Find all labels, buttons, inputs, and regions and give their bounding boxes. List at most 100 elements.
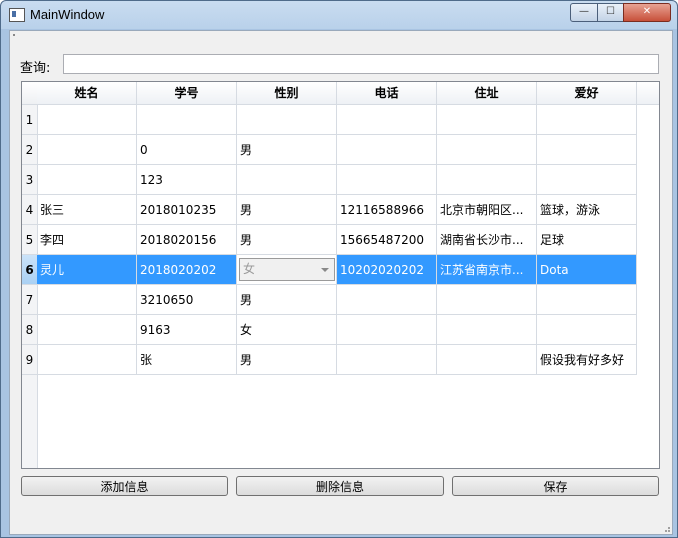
save-button[interactable]: 保存: [452, 476, 659, 496]
table-cell[interactable]: 123: [137, 165, 237, 195]
table-row[interactable]: [37, 105, 637, 135]
table-cell[interactable]: 李四: [37, 225, 137, 255]
gender-combobox-value: 女: [243, 262, 256, 276]
gender-combobox[interactable]: 女: [239, 258, 335, 281]
table-cell[interactable]: [37, 165, 137, 195]
table-cell[interactable]: [137, 105, 237, 135]
table-cell[interactable]: [537, 315, 637, 345]
table-cell[interactable]: [537, 105, 637, 135]
close-button[interactable]: ✕: [623, 3, 671, 22]
table-cell[interactable]: 2018020202: [137, 255, 237, 285]
gender-combo-cell[interactable]: 女: [237, 255, 337, 285]
row-header: 123456789: [22, 105, 38, 468]
table-cell[interactable]: [337, 285, 437, 315]
main-window: MainWindow — ☐ ✕ 查询: 姓名 学号 性别 电话 住址 爱好 123456…: [0, 0, 678, 538]
table-row[interactable]: 123: [37, 165, 637, 195]
table-row[interactable]: 张男 假设我有好多好: [37, 345, 637, 375]
table-cell[interactable]: 男: [237, 285, 337, 315]
table-cell[interactable]: 男: [237, 195, 337, 225]
table-cell[interactable]: [237, 105, 337, 135]
table-cell[interactable]: 3210650: [137, 285, 237, 315]
table-cell[interactable]: 9163: [137, 315, 237, 345]
table-cell[interactable]: 北京市朝阳区...: [437, 195, 537, 225]
table-cell[interactable]: [337, 165, 437, 195]
title-bar[interactable]: MainWindow — ☐ ✕: [1, 1, 677, 29]
table-cell[interactable]: 男: [237, 345, 337, 375]
row-number[interactable]: 3: [22, 165, 37, 195]
column-header-cell[interactable]: 住址: [437, 82, 537, 104]
table-cell[interactable]: [537, 165, 637, 195]
table-cell[interactable]: [37, 135, 137, 165]
column-header: 姓名 学号 性别 电话 住址 爱好: [37, 82, 659, 105]
table-row[interactable]: 9163 女: [37, 315, 637, 345]
row-number[interactable]: 4: [22, 195, 37, 225]
table-cell[interactable]: 女: [237, 315, 337, 345]
table-cell[interactable]: [337, 105, 437, 135]
row-number[interactable]: 5: [22, 225, 37, 255]
table-cell[interactable]: 男: [237, 135, 337, 165]
table-cell[interactable]: 男: [237, 225, 337, 255]
table-cell[interactable]: 2018020156: [137, 225, 237, 255]
table-cell[interactable]: [337, 345, 437, 375]
table-cell[interactable]: [437, 285, 537, 315]
table-row[interactable]: 张三 2018010235 男 12116588966 北京市朝阳区... 篮球，游泳: [37, 195, 637, 225]
table-corner-button[interactable]: [22, 82, 38, 105]
table-cell[interactable]: [437, 345, 537, 375]
table-row[interactable]: 0男: [37, 135, 637, 165]
column-header-cell[interactable]: 性别: [237, 82, 337, 104]
menu-separator-dot: [13, 34, 15, 36]
table-cell[interactable]: 篮球，游泳: [537, 195, 637, 225]
column-header-cell[interactable]: 学号: [137, 82, 237, 104]
table-cell[interactable]: 0: [137, 135, 237, 165]
table-cell[interactable]: Dota: [537, 255, 637, 285]
row-number[interactable]: 8: [22, 315, 37, 345]
table-cell[interactable]: [37, 285, 137, 315]
table-cell[interactable]: 10202020202: [337, 255, 437, 285]
table-cell[interactable]: [337, 315, 437, 345]
table-cell[interactable]: [437, 315, 537, 345]
table-cell[interactable]: [437, 135, 537, 165]
query-input[interactable]: [63, 54, 659, 74]
minimize-button[interactable]: —: [570, 3, 598, 22]
table-cell[interactable]: 足球: [537, 225, 637, 255]
table-cell[interactable]: [537, 285, 637, 315]
table-cell[interactable]: [437, 105, 537, 135]
table-cell[interactable]: 江苏省南京市...: [437, 255, 537, 285]
table-row[interactable]: 3210650 男: [37, 285, 637, 315]
resize-grip-icon[interactable]: [662, 524, 670, 532]
row-number[interactable]: 7: [22, 285, 37, 315]
table-cell[interactable]: 15665487200: [337, 225, 437, 255]
row-number[interactable]: 1: [22, 105, 37, 135]
table-cell[interactable]: [37, 345, 137, 375]
table-cell[interactable]: [337, 135, 437, 165]
window-title: MainWindow: [30, 7, 105, 22]
table-cell[interactable]: 张三: [37, 195, 137, 225]
table-cell[interactable]: 张: [137, 345, 237, 375]
column-header-cell[interactable]: 姓名: [37, 82, 137, 104]
table-cell[interactable]: [437, 165, 537, 195]
table-cell[interactable]: [537, 135, 637, 165]
client-area: 查询: 姓名 学号 性别 电话 住址 爱好 123456789 0 男 123 张三 201801…: [9, 30, 673, 535]
add-info-button[interactable]: 添加信息: [21, 476, 228, 496]
maximize-button[interactable]: ☐: [597, 3, 624, 22]
student-table[interactable]: 姓名 学号 性别 电话 住址 爱好 123456789 0 男 123 张三 2018010235…: [21, 81, 660, 469]
column-header-cell[interactable]: 电话: [337, 82, 437, 104]
table-cell[interactable]: 12116588966: [337, 195, 437, 225]
table-cell[interactable]: 湖南省长沙市...: [437, 225, 537, 255]
table-cell[interactable]: 灵儿: [37, 255, 137, 285]
row-number[interactable]: 6: [22, 255, 37, 285]
table-row[interactable]: 李四 2018020156 男 15665487200 湖南省长沙市... 足球: [37, 225, 637, 255]
row-number[interactable]: 9: [22, 345, 37, 375]
table-cell[interactable]: 假设我有好多好: [537, 345, 637, 375]
app-window-icon: [9, 8, 25, 22]
delete-info-button[interactable]: 删除信息: [236, 476, 444, 496]
table-cell[interactable]: [37, 105, 137, 135]
table-cell[interactable]: [237, 165, 337, 195]
table-row[interactable]: 灵儿 2018020202 女 10202020202 江苏省南京市... Dota: [37, 255, 637, 285]
table-cell[interactable]: 2018010235: [137, 195, 237, 225]
chevron-down-icon[interactable]: [321, 268, 329, 272]
table-cell[interactable]: [37, 315, 137, 345]
row-number[interactable]: 2: [22, 135, 37, 165]
query-label: 查询:: [20, 61, 51, 76]
column-header-cell[interactable]: 爱好: [537, 82, 637, 104]
